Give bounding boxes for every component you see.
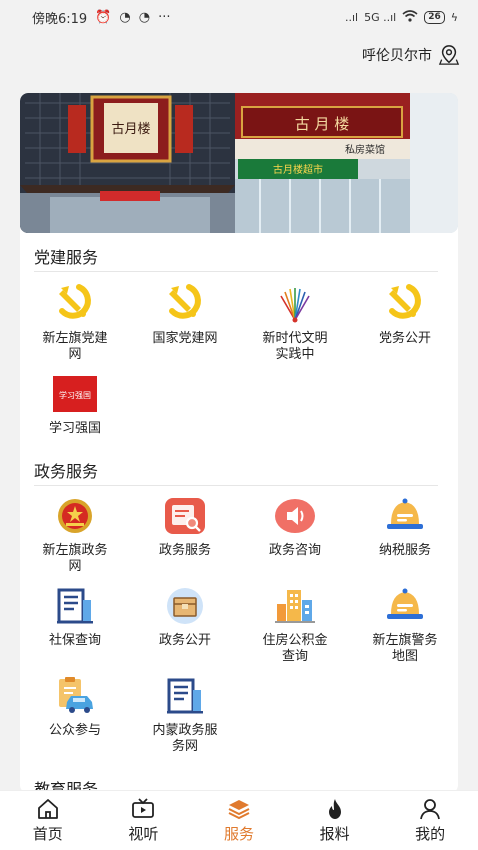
signal-5g-icon: 5G ..ıl bbox=[364, 10, 397, 24]
nav-video[interactable]: 视听 bbox=[96, 791, 192, 850]
building-icon bbox=[162, 673, 208, 719]
document-search-icon bbox=[162, 493, 208, 539]
user-icon bbox=[420, 799, 441, 820]
service-item-xuexi[interactable]: 学习强国 学习强国 bbox=[20, 371, 130, 437]
xuexi-logo-icon: 学习强国 bbox=[52, 371, 98, 417]
city-buildings-icon bbox=[272, 583, 318, 629]
service-label: 新左旗政务网 bbox=[42, 543, 108, 574]
service-item-public-participation[interactable]: 公众参与 bbox=[20, 673, 130, 739]
service-item-nm-gov-service[interactable]: 内蒙政务服务网 bbox=[130, 673, 240, 755]
party-emblem-icon bbox=[382, 281, 428, 327]
status-bar: 傍晚6:19 ⏰ ◔ ◔ ··· ..ıl 5G ..ıl 26 ϟ bbox=[0, 0, 478, 34]
wifi-icon bbox=[402, 9, 418, 25]
battery-level: 26 bbox=[428, 11, 441, 22]
package-icon bbox=[162, 583, 208, 629]
banner-sign-sub: 私房菜馆 bbox=[345, 143, 385, 156]
home-icon bbox=[37, 799, 58, 819]
national-emblem-icon bbox=[52, 493, 98, 539]
service-label: 政务公开 bbox=[158, 633, 211, 648]
bottom-nav: 首页 视听 服务 报料 我的 bbox=[0, 790, 478, 850]
banner-sign-main: 古月楼 bbox=[111, 122, 150, 137]
service-label: 纳税服务 bbox=[378, 543, 431, 558]
xuexi-logo-text: 学习强国 bbox=[59, 390, 91, 400]
car-clipboard-icon bbox=[52, 673, 98, 719]
service-item-xzq-gov[interactable]: 新左旗政务网 bbox=[20, 493, 130, 575]
section-divider bbox=[34, 485, 438, 486]
city-label: 呼伦贝尔市 bbox=[362, 48, 432, 64]
service-item-civilization-center[interactable]: 新时代文明实践中 bbox=[240, 281, 350, 363]
service-item-national-party[interactable]: 国家党建网 bbox=[130, 281, 240, 347]
service-item-police-map[interactable]: 新左旗警务地图 bbox=[350, 583, 458, 665]
party-emblem-icon bbox=[52, 281, 98, 327]
battery-icon: 26 bbox=[424, 10, 445, 24]
service-item-gov-public[interactable]: 政务公开 bbox=[130, 583, 240, 649]
service-item-social-security[interactable]: 社保查询 bbox=[20, 583, 130, 649]
section-title-party: 党建服务 bbox=[34, 248, 99, 267]
service-label: 新时代文明实践中 bbox=[262, 331, 328, 362]
nav-label: 报料 bbox=[319, 825, 350, 843]
service-label: 内蒙政务服务网 bbox=[152, 723, 218, 754]
charging-icon: ϟ bbox=[450, 10, 458, 24]
service-label: 学习强国 bbox=[48, 421, 101, 436]
service-item-gov-service[interactable]: 政务服务 bbox=[130, 493, 240, 559]
layers-icon bbox=[228, 800, 250, 820]
speaker-icon bbox=[272, 493, 318, 539]
more-indicator: ··· bbox=[158, 9, 171, 25]
section-divider bbox=[34, 271, 438, 272]
service-item-tax[interactable]: 纳税服务 bbox=[350, 493, 458, 559]
bell-icon bbox=[382, 583, 428, 629]
nav-label: 我的 bbox=[415, 825, 446, 843]
service-item-party-affairs[interactable]: 党务公开 bbox=[350, 281, 458, 347]
alarm-icon: ⏰ bbox=[95, 9, 112, 25]
nav-report[interactable]: 报料 bbox=[287, 791, 383, 850]
service-label: 新左旗警务地图 bbox=[372, 633, 438, 664]
nav-label: 视听 bbox=[128, 825, 159, 843]
building-icon bbox=[52, 583, 98, 629]
party-emblem-icon bbox=[162, 281, 208, 327]
status-time: 傍晚6:19 bbox=[32, 11, 88, 27]
civilization-fan-icon bbox=[272, 281, 318, 327]
bell-icon bbox=[382, 493, 428, 539]
nav-label: 首页 bbox=[32, 825, 63, 843]
nav-label: 服务 bbox=[223, 825, 254, 843]
weibo-icon-2: ◔ bbox=[138, 9, 151, 25]
service-label: 政务咨询 bbox=[268, 543, 321, 558]
service-label: 党务公开 bbox=[378, 331, 431, 346]
service-label: 住房公积金查询 bbox=[262, 633, 328, 664]
weibo-icon: ◔ bbox=[119, 9, 131, 25]
service-item-housing-fund[interactable]: 住房公积金查询 bbox=[240, 583, 350, 665]
banner-image[interactable]: 古月楼 古 月 楼 私房菜馆 古月楼超市 bbox=[20, 93, 458, 233]
service-label: 社保查询 bbox=[48, 633, 101, 648]
nav-profile[interactable]: 我的 bbox=[382, 791, 478, 850]
service-item-xzq-party[interactable]: 新左旗党建网 bbox=[20, 281, 130, 363]
location-selector[interactable]: 呼伦贝尔市 bbox=[362, 44, 460, 66]
location-pin-icon bbox=[438, 45, 460, 65]
content-card: 古月楼 古 月 楼 私房菜馆 古月楼超市 党建服务 新左旗党建网 国家党建网 新… bbox=[20, 93, 458, 793]
flame-icon bbox=[328, 799, 341, 819]
service-label: 政务服务 bbox=[158, 543, 211, 558]
banner-sign-top: 古 月 楼 bbox=[295, 115, 350, 133]
service-item-gov-consult[interactable]: 政务咨询 bbox=[240, 493, 350, 559]
signal-icon: ..ıl bbox=[344, 10, 359, 24]
service-label: 国家党建网 bbox=[152, 331, 218, 346]
nav-home[interactable]: 首页 bbox=[0, 791, 96, 850]
service-label: 公众参与 bbox=[48, 723, 101, 738]
section-title-gov: 政务服务 bbox=[34, 462, 99, 481]
banner-sign-shop: 古月楼超市 bbox=[273, 163, 323, 176]
tv-icon bbox=[132, 798, 155, 818]
nav-service[interactable]: 服务 bbox=[191, 791, 287, 850]
service-label: 新左旗党建网 bbox=[42, 331, 108, 362]
